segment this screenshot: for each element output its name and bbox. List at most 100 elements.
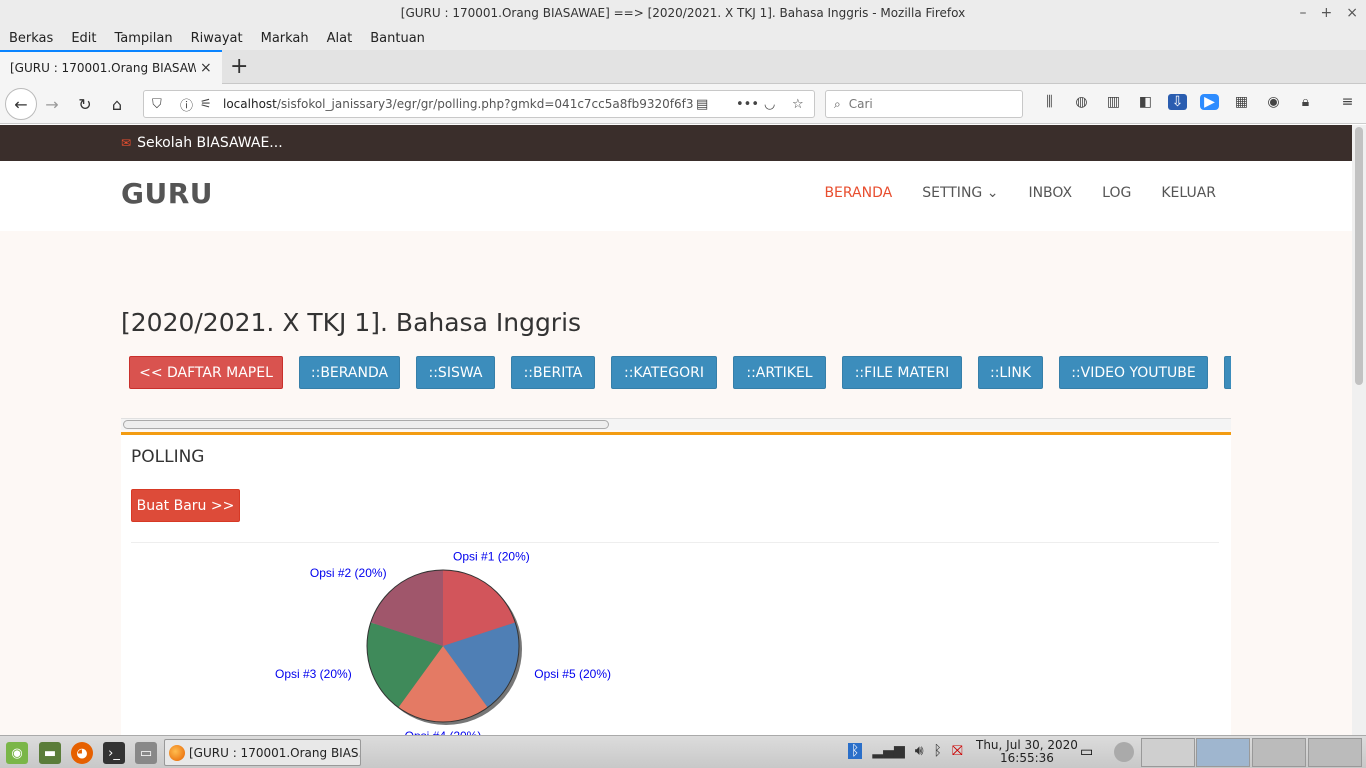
zoom-extension-icon[interactable]: ▶ — [1200, 94, 1219, 110]
link-button[interactable]: ::LINK — [978, 356, 1043, 389]
new-tab-icon[interactable]: + — [230, 54, 248, 79]
poll-chart: Opsi #1 (20%) Opsi #2 (20%) Opsi #3 (20%) O… — [121, 543, 621, 735]
menu-bantuan[interactable]: Bantuan — [370, 31, 425, 46]
school-name: Sekolah BIASAWAE... — [137, 135, 283, 151]
network-icon[interactable]: ▂▄▆ — [872, 743, 904, 759]
reload-icon[interactable]: ↻ — [71, 90, 99, 118]
nav-keluar[interactable]: KELUAR — [1161, 185, 1216, 201]
minimize-icon[interactable]: – — [1300, 0, 1307, 26]
shield-icon[interactable]: ⛉ — [152, 97, 162, 112]
desktop-icon[interactable]: ▬ — [39, 742, 61, 764]
battery-icon[interactable]: ▭ — [1080, 744, 1093, 760]
menu-markah[interactable]: Markah — [261, 31, 309, 46]
chevron-down-icon: ⌄ — [986, 185, 999, 201]
tab-close-icon[interactable]: × — [200, 60, 212, 76]
pie-label-3: Opsi #3 (20%) — [275, 667, 352, 681]
forward-icon[interactable]: → — [38, 90, 66, 118]
menu-tampilan[interactable]: Tampilan — [115, 31, 173, 46]
search-icon: ⌕ — [834, 96, 841, 111]
workspace-4[interactable] — [1308, 738, 1362, 767]
maximize-icon[interactable]: + — [1321, 0, 1333, 26]
extension-book-icon[interactable]: ▥ — [1104, 94, 1123, 110]
more-menu-button[interactable] — [1224, 356, 1231, 389]
artikel-button[interactable]: ::ARTIKEL — [733, 356, 826, 389]
siswa-button[interactable]: ::SISWA — [416, 356, 495, 389]
menubar: Berkas Edit Tampilan Riwayat Markah Alat… — [0, 26, 1366, 50]
menu-alat[interactable]: Alat — [327, 31, 353, 46]
url-bar[interactable]: ⛉ ⓘ ⚟ localhost/sisfokol_janissary3/egr/… — [143, 90, 815, 118]
berita-button[interactable]: ::BERITA — [511, 356, 595, 389]
site-brand[interactable]: GURU — [121, 177, 213, 210]
nav-log[interactable]: LOG — [1102, 185, 1131, 201]
beranda-button[interactable]: ::BERANDA — [299, 356, 400, 389]
extension-globe-icon[interactable]: ◍ — [1072, 94, 1091, 110]
pie-label-5: Opsi #5 (20%) — [534, 667, 611, 681]
workspace-3[interactable] — [1252, 738, 1306, 767]
page-title: [2020/2021. X TKJ 1]. Bahasa Inggris — [121, 308, 582, 337]
new-poll-button[interactable]: Buat Baru >> — [131, 489, 240, 522]
workspace-1[interactable] — [1141, 738, 1195, 767]
info-icon[interactable]: ⓘ — [180, 95, 193, 114]
files-icon[interactable]: ▭ — [135, 742, 157, 764]
system-tray: ᛒ ▂▄▆ 🔊︎ ᛒ ⛝ — [848, 743, 963, 759]
pie-label-1: Opsi #1 (20%) — [453, 549, 530, 563]
library-icon[interactable]: ⫼ — [1040, 94, 1059, 110]
os-taskbar: ◉ ▬ ◕ ›_ ▭ [GURU : 170001.Orang BIAS... … — [0, 735, 1366, 768]
menu-icon[interactable]: ◉ — [6, 742, 28, 764]
url-text[interactable]: localhost/sisfokol_janissary3/egr/gr/pol… — [223, 97, 693, 111]
nav-beranda[interactable]: BERANDA — [824, 185, 892, 201]
clock-time: 16:55:36 — [1000, 751, 1054, 765]
home-icon[interactable]: ⌂ — [103, 90, 131, 118]
page-actions-icon[interactable]: ••• — [736, 97, 759, 112]
nav-setting[interactable]: SETTING ⌄ — [922, 185, 998, 201]
close-icon[interactable]: × — [1346, 0, 1358, 26]
taskbar-window-button[interactable]: [GURU : 170001.Orang BIAS... — [164, 739, 361, 766]
update-icon[interactable] — [1114, 742, 1134, 762]
tab-title: [GURU : 170001.Orang BIASAWAE] ==> — [10, 61, 196, 75]
window-title: [GURU : 170001.Orang BIASAWAE] ==> [2020… — [400, 6, 966, 20]
search-input[interactable]: ⌕ Cari — [825, 90, 1023, 118]
horizontal-scroll-thumb[interactable] — [123, 420, 609, 429]
account-icon[interactable]: ◉ — [1264, 94, 1283, 110]
browser-tab[interactable]: [GURU : 170001.Orang BIASAWAE] ==> × — [0, 50, 222, 84]
kategori-button[interactable]: ::KATEGORI — [611, 356, 717, 389]
horizontal-scrollbar[interactable] — [121, 418, 1231, 430]
box-title: POLLING — [131, 447, 205, 467]
web-page: ✉ Sekolah BIASAWAE... GURU BERANDA SETTIN… — [0, 125, 1352, 735]
file-materi-button[interactable]: ::FILE MATERI — [842, 356, 962, 389]
vertical-scroll-thumb[interactable] — [1355, 127, 1363, 385]
security-warning-icon[interactable]: ⛝ — [952, 743, 963, 759]
firefox-window-icon — [169, 745, 185, 761]
firefox-icon[interactable]: ◕ — [71, 742, 93, 764]
daftar-mapel-button[interactable]: << DAFTAR MAPEL — [129, 356, 283, 389]
bluetooth-icon[interactable]: ᛒ — [848, 743, 863, 759]
pie-label-2: Opsi #2 (20%) — [310, 566, 387, 580]
pocket-icon[interactable]: ◡ — [764, 97, 775, 112]
nav-inbox[interactable]: INBOX — [1028, 185, 1072, 201]
main-nav: BERANDA SETTING ⌄ INBOX LOG KELUAR — [824, 185, 1216, 201]
download-icon[interactable]: ⇩ — [1168, 94, 1187, 110]
permissions-icon[interactable]: ⚟ — [200, 97, 212, 112]
lock-icon[interactable]: 🔒︎ — [1296, 94, 1315, 110]
back-icon[interactable]: ← — [5, 88, 37, 120]
vertical-scrollbar[interactable] — [1352, 125, 1366, 735]
terminal-icon[interactable]: ›_ — [103, 742, 125, 764]
volume-icon[interactable]: 🔊︎ — [915, 743, 924, 759]
window-titlebar: [GURU : 170001.Orang BIASAWAE] ==> [2020… — [0, 0, 1366, 26]
tab-bar: [GURU : 170001.Orang BIASAWAE] ==> × + — [0, 50, 1366, 84]
top-strip: ✉ Sekolah BIASAWAE... — [0, 125, 1352, 161]
menu-riwayat[interactable]: Riwayat — [191, 31, 243, 46]
taskbar-window-title: [GURU : 170001.Orang BIAS... — [189, 745, 361, 760]
bluetooth-status-icon[interactable]: ᛒ — [934, 743, 942, 759]
clock[interactable]: Thu, Jul 30, 2020 16:55:36 — [976, 739, 1078, 765]
qr-code-icon[interactable]: ▦ — [1232, 94, 1251, 110]
hamburger-menu-icon[interactable]: ≡ — [1338, 94, 1357, 110]
reader-view-icon[interactable]: ▤ — [696, 97, 708, 112]
bookmark-star-icon[interactable]: ☆ — [792, 97, 804, 112]
search-placeholder: Cari — [848, 97, 873, 111]
menu-edit[interactable]: Edit — [71, 31, 96, 46]
video-youtube-button[interactable]: ::VIDEO YOUTUBE — [1059, 356, 1208, 389]
menu-berkas[interactable]: Berkas — [9, 31, 53, 46]
workspace-2[interactable] — [1196, 738, 1250, 767]
sidebar-icon[interactable]: ◧ — [1136, 94, 1155, 110]
